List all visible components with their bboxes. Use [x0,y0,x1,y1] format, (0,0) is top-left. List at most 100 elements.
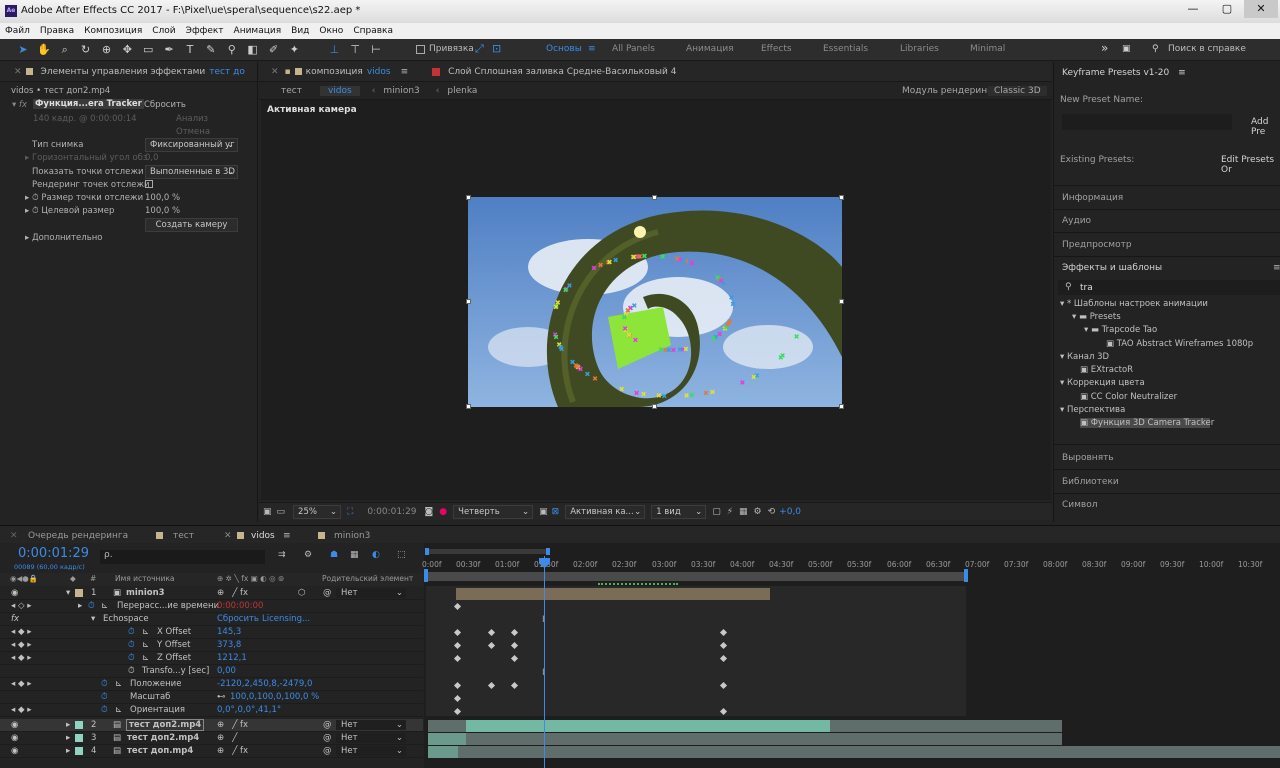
resolution-dropdown[interactable]: Четверть ⌄ [453,504,534,519]
track-point[interactable]: ✖ [751,374,757,382]
workspace-essentials[interactable]: Essentials [823,44,868,54]
time-navigator[interactable] [426,549,548,554]
snapshot-icon[interactable]: ◙ [425,507,434,517]
track-point[interactable]: ✖ [711,335,717,343]
crumb-plenka[interactable]: plenka [447,86,477,96]
track-point[interactable]: ✖ [710,388,716,396]
layer-bar-test-dop[interactable] [428,746,1280,758]
property-row[interactable]: ◂ ◆ ▸ ⏱ ⊾ X Offset 145,3 [0,626,423,639]
target-size-value[interactable]: 100,0 % [145,206,180,216]
expand-arrow-icon[interactable]: ▸ [66,746,70,756]
panel-menu-icon[interactable]: ≡ [283,531,291,541]
close-tab-icon[interactable]: ✕ [224,531,232,541]
layer-row[interactable]: ◉ ▸ 3 ▤ тест доп2.mp4 ⊕ ╱ @ Нет ⌄ [0,732,423,745]
menu-edit[interactable]: Правка [35,23,79,39]
3d-layer-icon[interactable]: ⬡ [298,588,305,598]
track-point[interactable]: ✖ [660,253,666,261]
track-point[interactable]: ✖ [598,262,604,270]
sync-settings-icon[interactable]: ▣ [1122,44,1131,54]
stopwatch-icon[interactable]: ⏱ [128,627,135,637]
track-point[interactable]: ✖ [681,257,687,265]
render-track-points-checkbox[interactable] [145,180,153,188]
track-point[interactable]: ✖ [574,363,580,371]
view-axis-icon[interactable]: ⊢ [368,42,384,58]
analyze-button[interactable]: Анализ [176,114,208,124]
parent-header[interactable]: Родительский элемент [322,574,413,583]
graph-editor-icon[interactable]: ⬚ [397,550,406,560]
layer-name[interactable]: тест доп2.mp4 [126,719,205,731]
menu-window[interactable]: Окно [314,23,348,39]
motion-blur-icon[interactable]: ◐ [372,550,380,560]
visibility-icon[interactable]: ◉ [11,733,18,743]
tab-minion3[interactable]: minion3 [334,531,370,541]
track-point[interactable]: ✖ [626,331,632,339]
layer-switches-icon[interactable]: ⊕ ╱ fx [217,588,248,598]
pick-whip-icon[interactable]: @ [323,588,332,598]
expand-arrow-icon[interactable]: ▸ [66,733,70,743]
expand-arrow-icon[interactable]: ▸ [66,720,70,730]
track-point[interactable]: ✖ [625,307,631,315]
transform-handle[interactable] [839,195,844,200]
draft-3d-icon[interactable]: ⚙ [304,550,312,560]
menu-animation[interactable]: Анимация [229,23,287,39]
track-point[interactable]: ✖ [641,391,647,399]
transform-handle[interactable] [652,404,657,409]
track-point[interactable]: ✖ [558,343,564,351]
navigator-end-handle[interactable] [546,548,550,555]
property-row[interactable]: ◂ ◆ ▸ ⏱ ⊾ Y Offset 373,8 [0,639,423,652]
graph-icon[interactable]: ⊾ [142,640,149,650]
track-point[interactable]: ✖ [666,347,672,355]
toggle-pixel-icon[interactable]: ▢ [712,507,721,517]
pan-behind-tool-icon[interactable]: ✥ [119,42,135,58]
layer-name[interactable]: тест доп.mp4 [127,746,193,756]
expand-arrow-icon[interactable]: ▾ [66,588,70,598]
type-tool-icon[interactable]: T [182,42,198,58]
transform-handle[interactable] [652,195,657,200]
fast-preview-icon[interactable]: ⚡ [727,507,733,517]
panel-menu-icon[interactable]: ≡ [1273,263,1280,273]
track-point[interactable]: ✖ [689,260,695,268]
advanced-section[interactable]: ▸ Дополнительно [25,233,102,243]
track-point[interactable]: ✖ [661,393,667,401]
stopwatch-icon[interactable]: ⏱ [88,601,95,611]
stopwatch-icon[interactable]: ⏱ [128,653,135,663]
panel-menu-icon[interactable]: ≡ [401,67,409,77]
show-track-points-dropdown[interactable]: Выполненные в 3D ⌄ [145,165,238,179]
graph-icon[interactable]: ⊾ [142,653,149,663]
pick-whip-icon[interactable]: @ [323,746,332,756]
effect-row[interactable]: fx ▾ Echospace Сбросить Licensing... [0,613,423,626]
workspace-basics[interactable]: Основы [546,44,582,54]
transform-handle[interactable] [466,404,471,409]
fx-icon[interactable]: fx [11,614,19,624]
effects-search-field[interactable]: ⚲ tra [1058,280,1280,295]
track-point[interactable]: ✖ [674,255,680,263]
label-color-swatch[interactable] [75,747,83,755]
snapping-checkbox[interactable] [416,45,425,54]
property-value[interactable]: 373,8 [217,640,241,650]
constrain-proportions-icon[interactable]: ⊷ [217,692,226,702]
label-color-swatch[interactable] [75,721,83,729]
layer-switches-icon[interactable]: ⊕ ╱ fx [217,720,248,730]
camera-tool-icon[interactable]: ⊕ [99,42,115,58]
track-point[interactable]: ✖ [780,352,786,360]
libraries-panel-header[interactable]: Библиотеки [1062,477,1119,487]
timeline-toggle-icon[interactable]: ▦ [739,507,748,517]
close-button[interactable]: ✕ [1244,0,1278,18]
track-point[interactable]: ✖ [631,253,637,261]
track-point-size-value[interactable]: 100,0 % [145,193,180,203]
timeline-search-input[interactable]: ρ. [100,550,265,564]
snap-icon[interactable]: ⤢ [475,42,484,56]
layer-row[interactable]: ◉ ▾ 1 ▣ minion3 ⊕ ╱ fx ⬡ @ Нет ⌄ [0,587,423,600]
track-point[interactable]: ✖ [683,345,689,353]
parent-dropdown[interactable]: Нет ⌄ [336,733,406,743]
info-panel-header[interactable]: Информация [1062,193,1123,203]
new-preset-input[interactable] [1062,114,1232,130]
crumb-minion3[interactable]: minion3 [383,86,419,96]
stopwatch-icon[interactable]: ⏱ [101,692,108,702]
stopwatch-icon[interactable]: ⏱ [32,206,39,216]
rotate-tool-icon[interactable]: ↻ [78,42,94,58]
stopwatch-icon[interactable]: ⏱ [128,666,135,676]
menu-view[interactable]: Вид [286,23,314,39]
layer-bar-segment[interactable] [428,733,466,745]
layer-name[interactable]: minion3 [126,588,165,598]
